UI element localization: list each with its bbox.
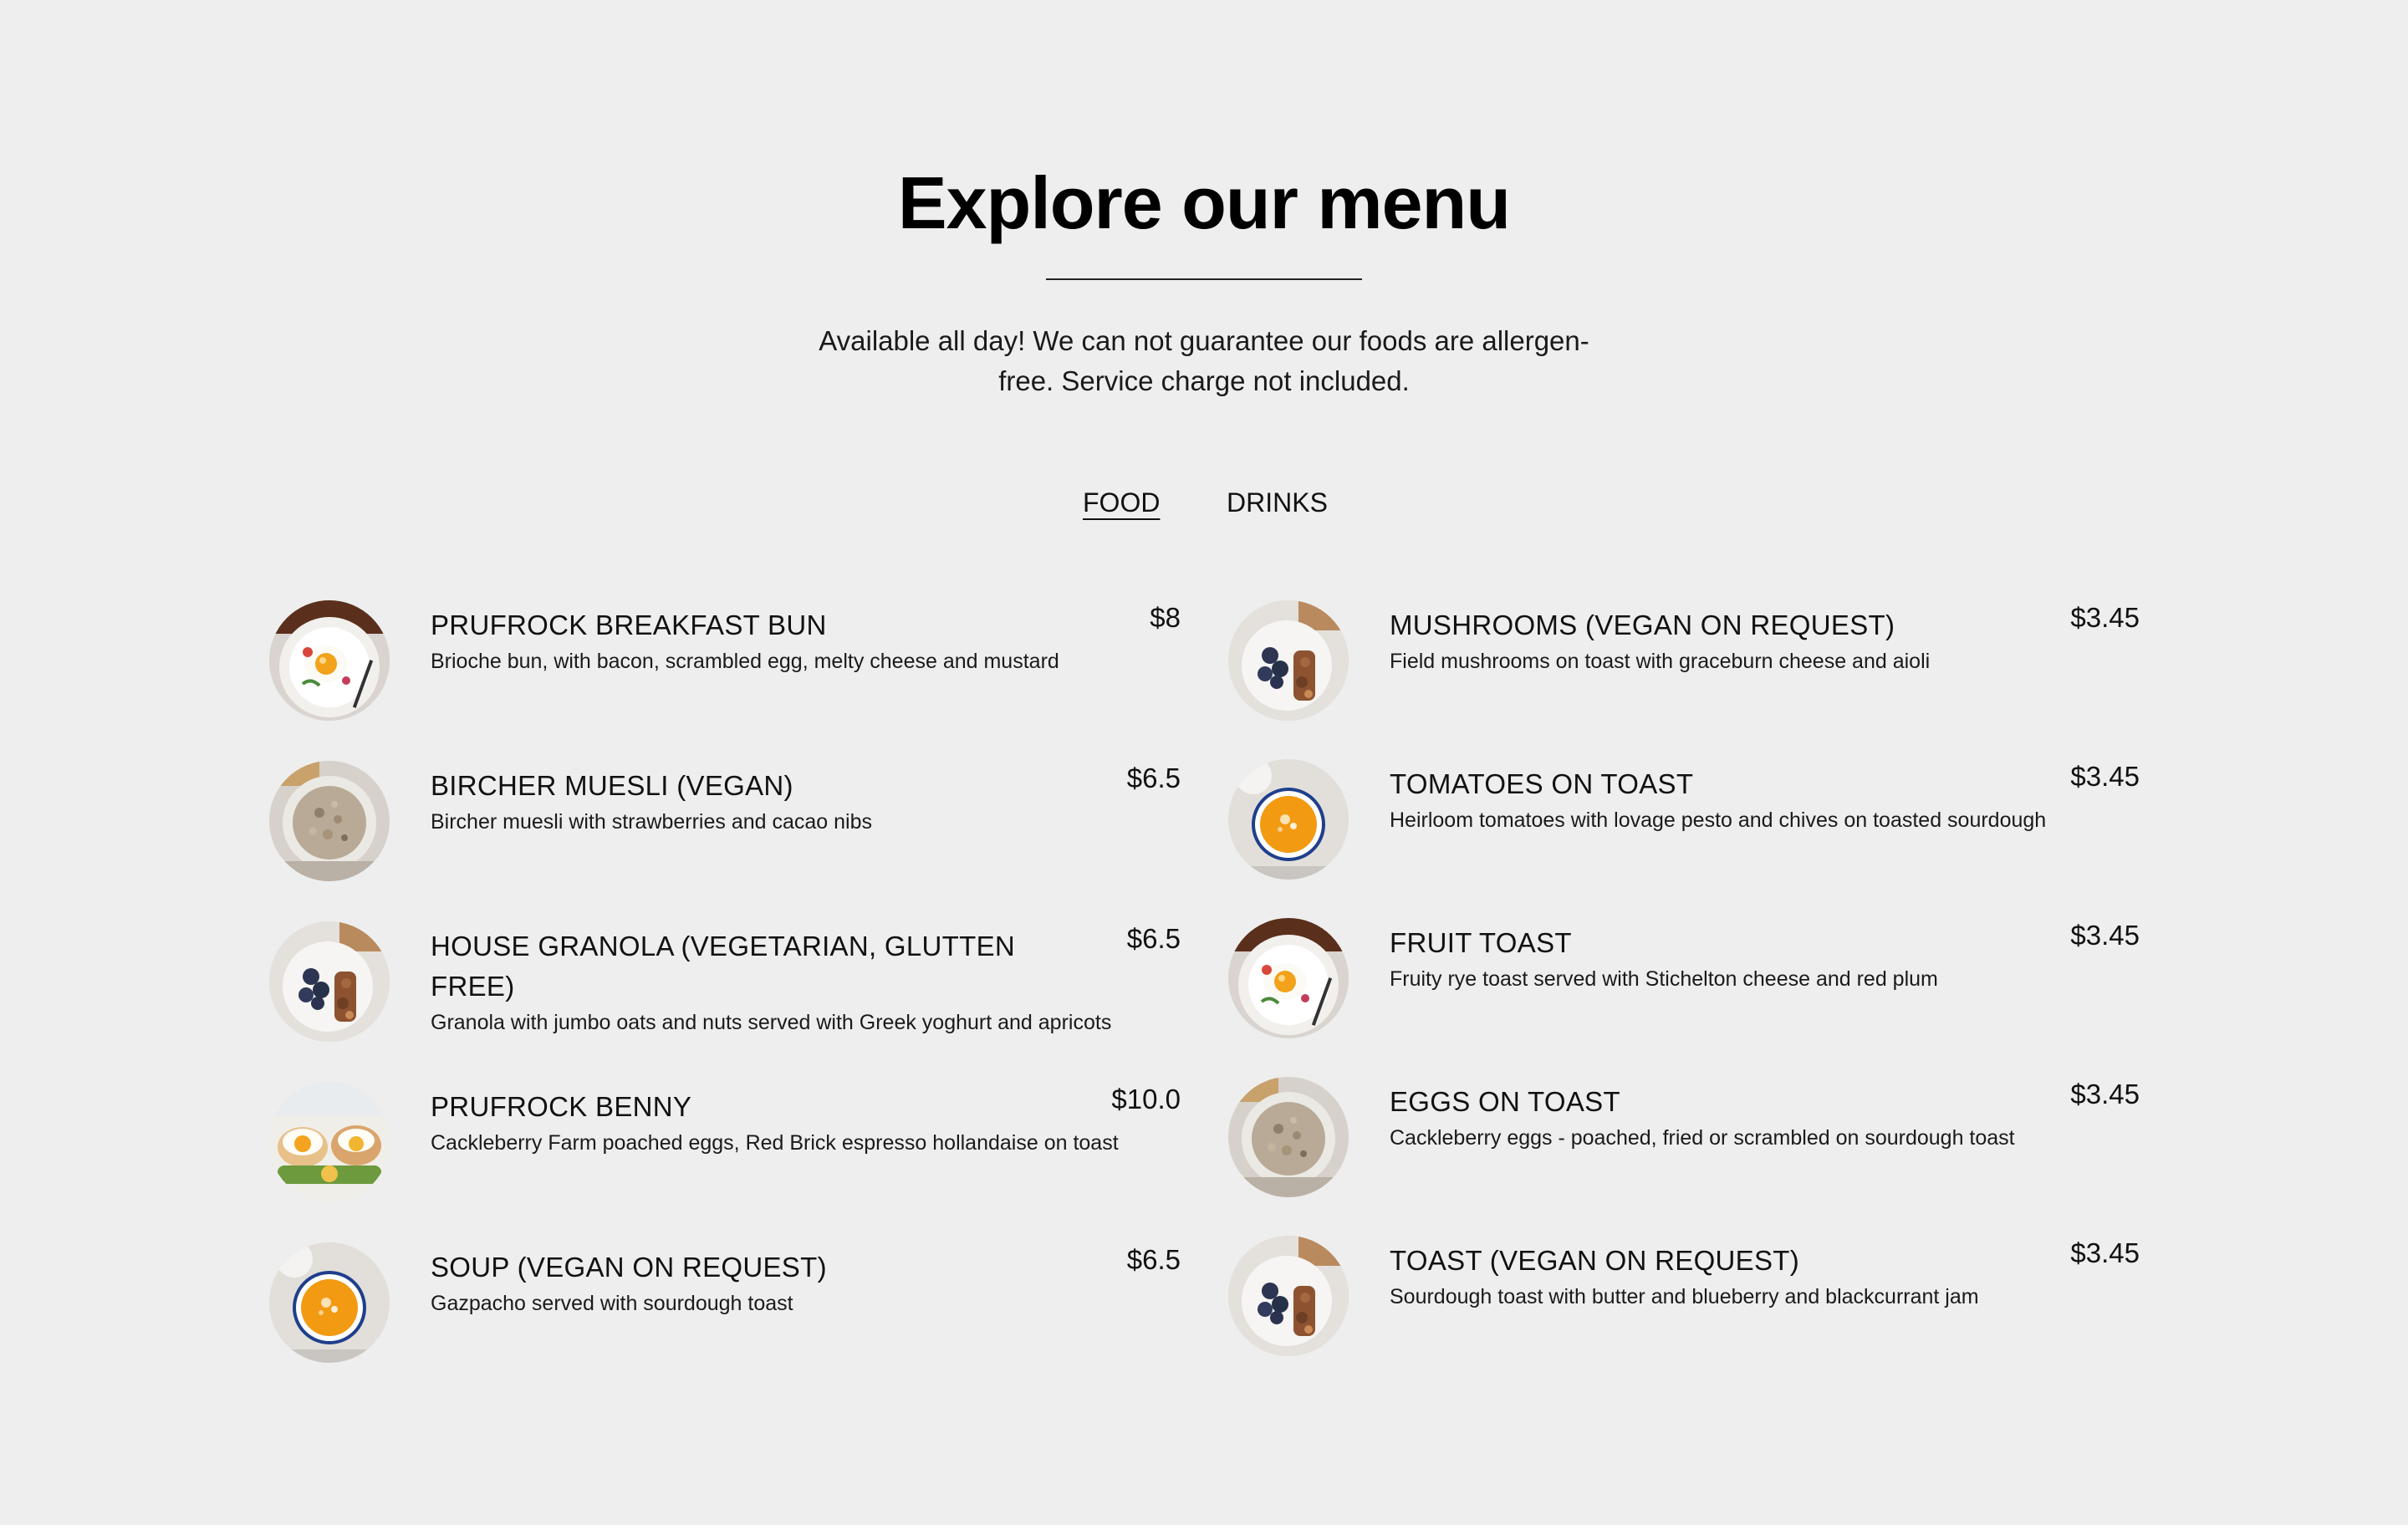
- menu-item[interactable]: PRUFROCK BREAKFAST BUN Brioche bun, with…: [269, 600, 1181, 726]
- intro-line-2: free. Service charge not included.: [998, 365, 1410, 396]
- item-name: SOUP (VEGAN ON REQUEST): [431, 1252, 827, 1283]
- item-name: FRUIT TOAST: [1390, 927, 1572, 958]
- menu-item[interactable]: SOUP (VEGAN ON REQUEST) Gazpacho served …: [269, 1242, 1181, 1368]
- item-description: Heirloom tomatoes with lovage pesto and …: [1390, 808, 2047, 832]
- item-price: $3.45: [2070, 1237, 2140, 1268]
- menu-item[interactable]: MUSHROOMS (VEGAN ON REQUEST) Field mushr…: [1228, 600, 2140, 726]
- eggs-benedict-photo: [269, 1082, 390, 1202]
- egg-plate-photo: [269, 600, 390, 721]
- menu-item[interactable]: TOAST (VEGAN ON REQUEST) Sourdough toast…: [1228, 1236, 2140, 1361]
- item-price: $3.45: [2070, 1079, 2140, 1109]
- menu-item[interactable]: TOMATOES ON TOAST Heirloom tomatoes with…: [1228, 759, 2140, 885]
- tab-drinks[interactable]: DRINKS: [1227, 483, 1328, 522]
- item-price: $6.5: [1126, 1244, 1181, 1275]
- menu-intro: Available all day! We can not guarantee …: [794, 321, 1614, 401]
- menu-item[interactable]: FRUIT TOAST Fruity rye toast served with…: [1228, 918, 2140, 1043]
- item-description: Cackleberry Farm poached eggs, Red Brick…: [431, 1131, 1119, 1155]
- granola-bowl-photo: [269, 921, 390, 1042]
- item-name: HOUSE GRANOLA (VEGETARIAN, GLUTTEN FREE): [431, 926, 1016, 1007]
- item-name: TOAST (VEGAN ON REQUEST): [1390, 1245, 1800, 1276]
- item-description: Gazpacho served with sourdough toast: [431, 1292, 793, 1315]
- granola-bowl-photo: [1228, 600, 1349, 721]
- item-description: Bircher muesli with strawberries and cac…: [431, 810, 872, 834]
- item-name-line-2: FREE): [431, 971, 515, 1002]
- menu-item[interactable]: EGGS ON TOAST Cackleberry eggs - poached…: [1228, 1077, 2140, 1202]
- item-name: EGGS ON TOAST: [1390, 1086, 1620, 1117]
- item-name: PRUFROCK BREAKFAST BUN: [431, 609, 827, 640]
- item-price: $10.0: [1111, 1084, 1181, 1114]
- item-name: TOMATOES ON TOAST: [1390, 768, 1694, 799]
- item-name: BIRCHER MUESLI (VEGAN): [431, 770, 793, 801]
- item-price: $6.5: [1126, 762, 1181, 793]
- item-price: $3.45: [2070, 761, 2140, 792]
- item-price: $6.5: [1126, 923, 1181, 954]
- soup-bowl-photo: [1228, 759, 1349, 880]
- item-name: PRUFROCK BENNY: [431, 1091, 692, 1122]
- page-title: Explore our menu: [897, 161, 1511, 244]
- item-description: Cackleberry eggs - poached, fried or scr…: [1390, 1126, 2015, 1150]
- item-description: Field mushrooms on toast with graceburn …: [1390, 650, 1931, 673]
- muesli-bowl-photo: [1228, 1077, 1349, 1197]
- item-price: $3.45: [2070, 920, 2140, 951]
- intro-line-1: Available all day! We can not guarantee …: [819, 325, 1589, 356]
- item-description: Brioche bun, with bacon, scrambled egg, …: [431, 650, 1059, 673]
- item-description: Granola with jumbo oats and nuts served …: [431, 1011, 1112, 1034]
- soup-bowl-photo: [269, 1242, 390, 1363]
- tab-food[interactable]: FOOD: [1083, 483, 1160, 522]
- item-name-line-1: HOUSE GRANOLA (VEGETARIAN, GLUTTEN: [431, 931, 1016, 961]
- egg-plate-photo: [1228, 918, 1349, 1038]
- granola-bowl-photo: [1228, 1236, 1349, 1356]
- menu-item[interactable]: HOUSE GRANOLA (VEGETARIAN, GLUTTEN FREE)…: [269, 921, 1181, 1047]
- title-divider: [1046, 278, 1362, 280]
- menu-tabs: FOOD DRINKS: [0, 483, 2408, 525]
- menu-item[interactable]: PRUFROCK BENNY Cackleberry Farm poached …: [269, 1082, 1181, 1207]
- item-price: $3.45: [2070, 602, 2140, 633]
- item-description: Sourdough toast with butter and blueberr…: [1390, 1285, 1979, 1308]
- item-name: MUSHROOMS (VEGAN ON REQUEST): [1390, 609, 1895, 640]
- item-description: Fruity rye toast served with Stichelton …: [1390, 967, 1938, 991]
- menu-item[interactable]: BIRCHER MUESLI (VEGAN) Bircher muesli wi…: [269, 761, 1181, 886]
- muesli-bowl-photo: [269, 761, 390, 881]
- item-price: $8: [1150, 602, 1181, 633]
